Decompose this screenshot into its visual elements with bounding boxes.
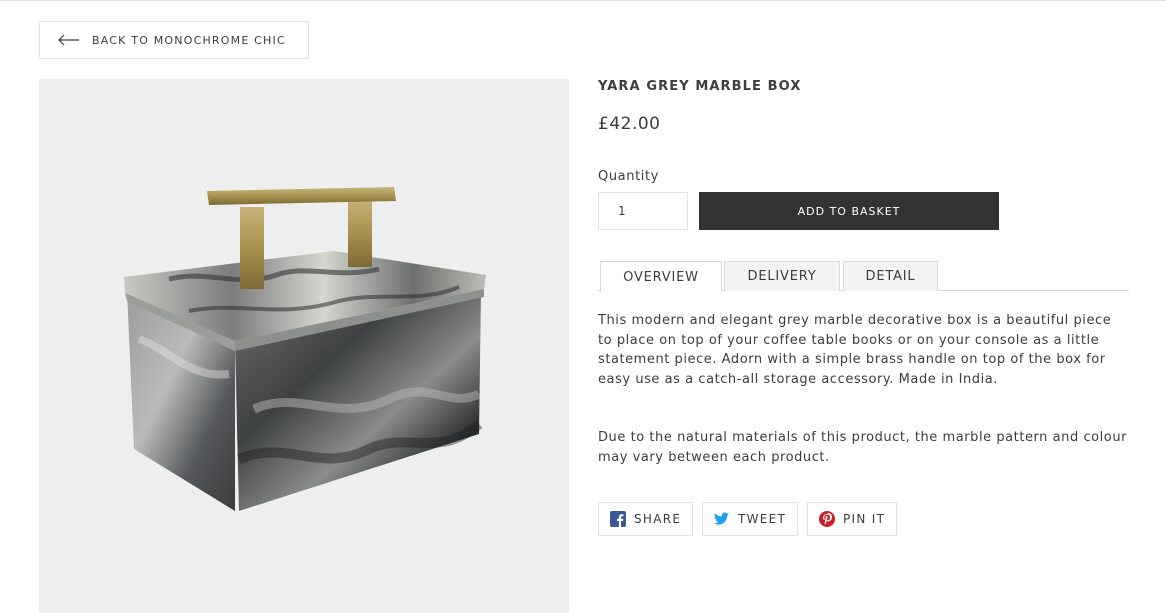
tab-overview[interactable]: OVERVIEW — [600, 261, 722, 292]
facebook-icon — [610, 511, 626, 527]
share-twitter-button[interactable]: TWEET — [702, 502, 798, 536]
quantity-label: Quantity — [598, 169, 659, 184]
product-image[interactable] — [39, 79, 569, 613]
back-to-collection-link[interactable]: BACK TO MONOCHROME CHIC — [39, 21, 309, 59]
back-link-label: BACK TO MONOCHROME CHIC — [92, 33, 286, 47]
quantity-input[interactable] — [598, 192, 688, 230]
share-pinterest-button[interactable]: PIN IT — [807, 502, 897, 536]
share-twitter-label: TWEET — [738, 512, 787, 526]
description-paragraph: This modern and elegant grey marble deco… — [598, 313, 1112, 387]
twitter-icon — [714, 511, 730, 527]
marble-box-illustration — [124, 187, 486, 511]
add-to-basket-button[interactable]: ADD TO BASKET — [699, 192, 999, 230]
product-tabs: OVERVIEW DELIVERY DETAIL — [598, 261, 1129, 292]
share-facebook-label: SHARE — [634, 512, 682, 526]
share-facebook-button[interactable]: SHARE — [598, 502, 693, 536]
share-pinterest-label: PIN IT — [843, 512, 886, 526]
product-price: £42.00 — [598, 114, 661, 134]
arrow-left-icon — [58, 34, 80, 46]
tab-delivery[interactable]: DELIVERY — [724, 261, 840, 291]
description-note: Due to the natural materials of this pro… — [598, 430, 1127, 465]
product-title: YARA GREY MARBLE BOX — [598, 79, 802, 94]
pinterest-icon — [819, 511, 835, 527]
tab-detail[interactable]: DETAIL — [843, 261, 938, 291]
top-divider — [0, 0, 1166, 1]
